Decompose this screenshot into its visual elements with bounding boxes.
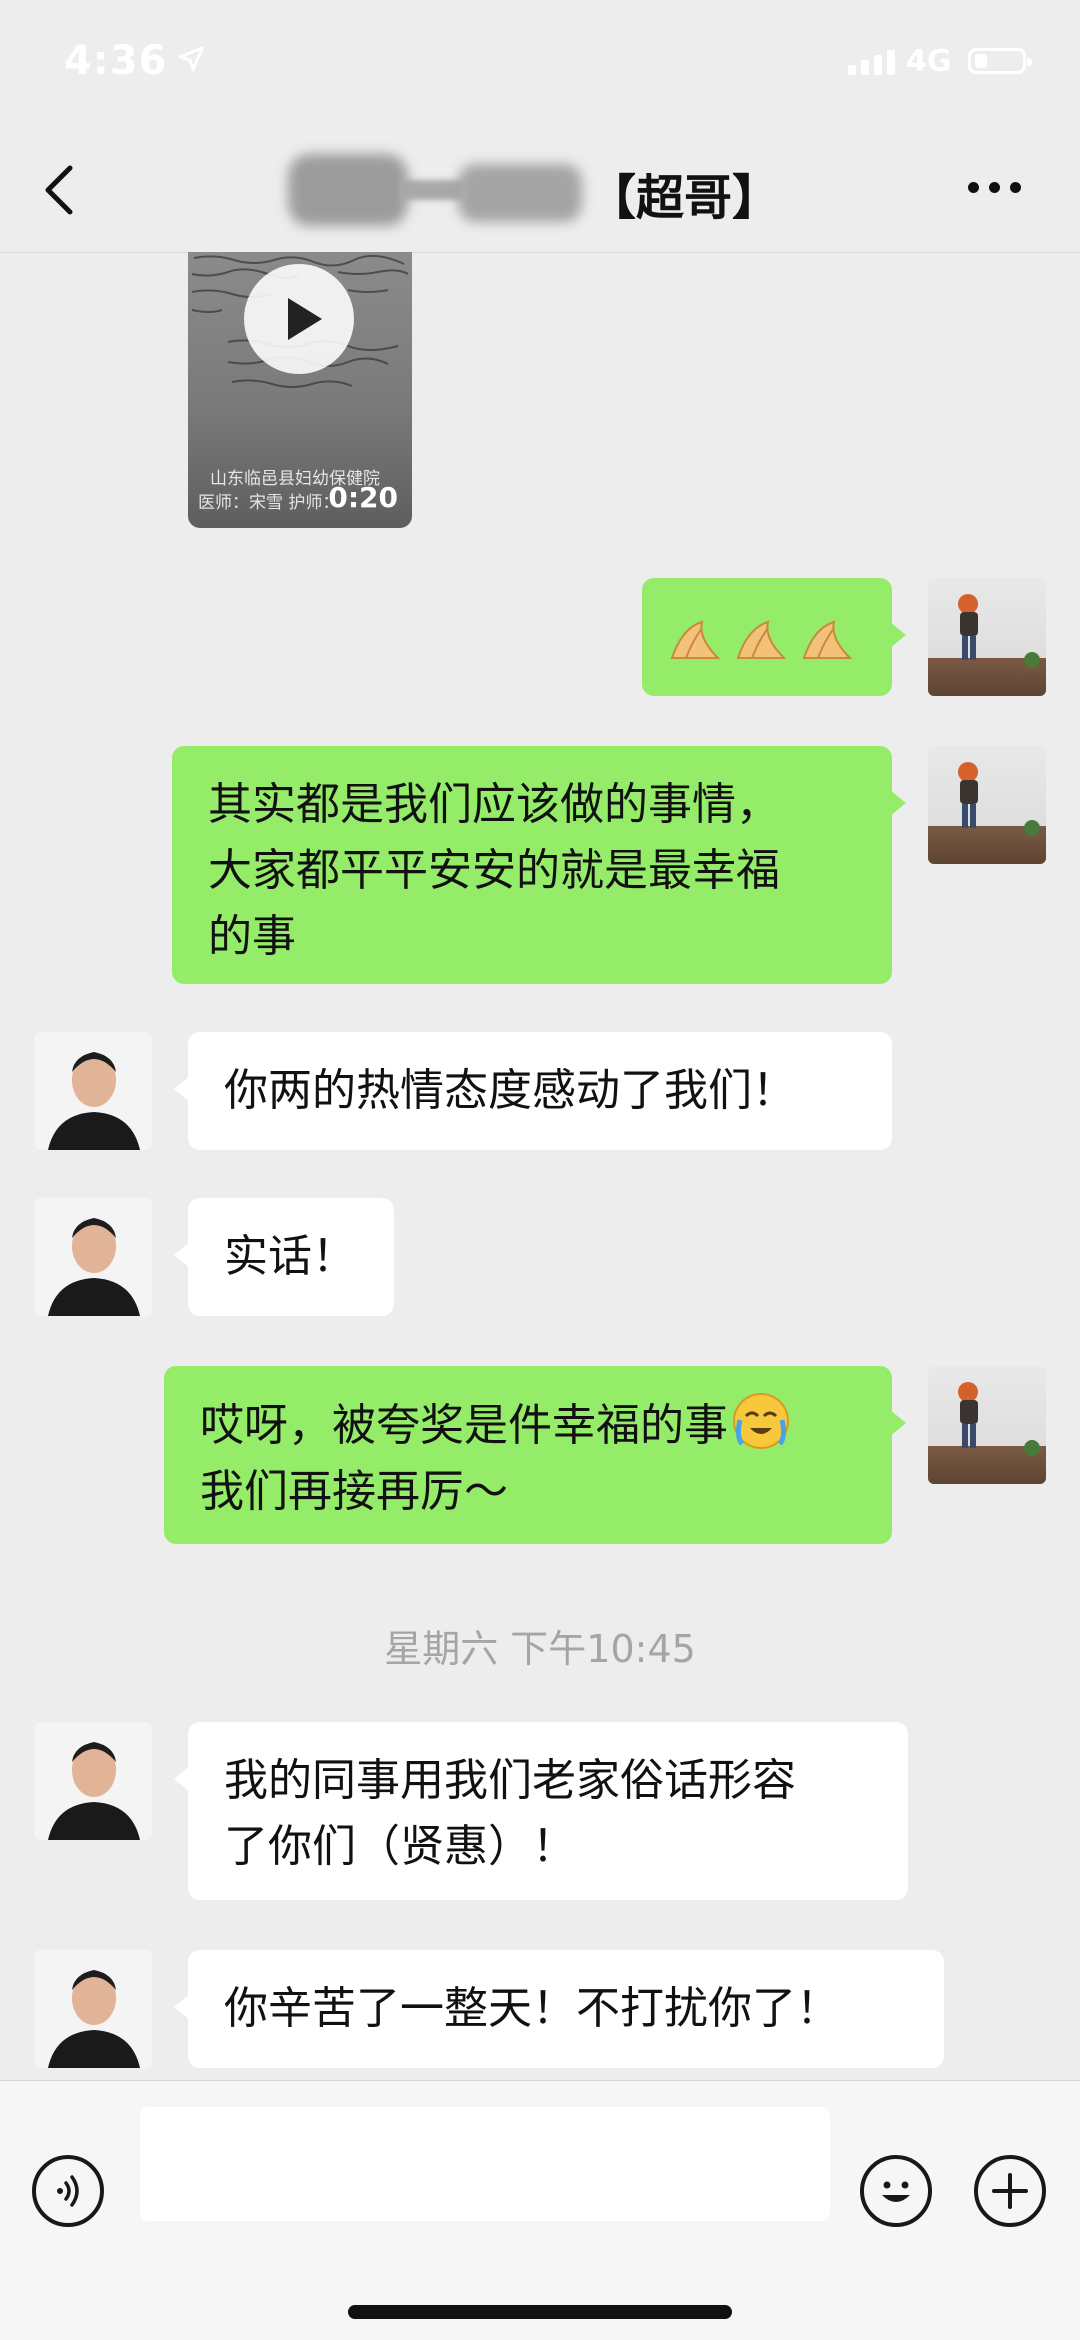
loudly-crying-face-icon (733, 1393, 789, 1449)
message-bubble-received[interactable]: 实话！ (174, 1198, 394, 1316)
message-text: 你辛苦了一整天！不打扰你了！ (224, 1983, 840, 2034)
redacted-arrow-blur (400, 180, 464, 200)
contact-avatar[interactable] (34, 1032, 152, 1150)
location-arrow-icon (178, 46, 204, 72)
my-avatar[interactable] (928, 1366, 1046, 1484)
status-bar: 4:36 4G (0, 0, 1080, 130)
child-photo-icon (958, 762, 1040, 836)
contact-avatar[interactable] (34, 1198, 152, 1316)
signal-bars-icon (848, 50, 895, 75)
play-icon[interactable] (244, 264, 354, 374)
message-bubble-received[interactable]: 你两的热情态度感动了我们！ (174, 1032, 892, 1150)
chat-header: 【超哥】 (0, 130, 1080, 253)
voice-icon (57, 2175, 79, 2207)
man-portrait-icon (48, 1052, 140, 1150)
message-text: 你两的热情态度感动了我们！ (224, 1065, 796, 1116)
message-bubble-received[interactable]: 你辛苦了一整天！不打扰你了！ (174, 1950, 944, 2068)
my-avatar[interactable] (928, 578, 1046, 696)
message-bubble-received[interactable]: 我的同事用我们老家俗话形容 了你们（贤惠）！ (174, 1722, 908, 1900)
redacted-name-blur (288, 154, 408, 226)
message-text: 我们再接再厉～ (200, 1466, 508, 1517)
message-input[interactable] (140, 2107, 830, 2221)
video-duration: 0:20 (328, 481, 398, 514)
home-indicator[interactable] (348, 2305, 732, 2319)
folded-hands-icon (736, 620, 787, 659)
folded-hands-icon (670, 620, 721, 659)
message-text: 哎呀，被夸奖是件幸福的事 (200, 1400, 728, 1451)
message-text: 我的同事用我们老家俗话形容 了你们（贤惠）！ (224, 1755, 796, 1872)
more-options-button[interactable] (968, 182, 1021, 193)
video-caption-secondary: 医师：宋雪 护师： (198, 493, 340, 513)
message-text: 其实都是我们应该做的事情， 大家都平平安安的就是最幸福 的事 (208, 779, 780, 962)
man-portrait-icon (48, 1970, 140, 2068)
network-label: 4G (906, 44, 952, 79)
voice-button[interactable] (32, 2155, 104, 2227)
man-portrait-icon (48, 1218, 140, 1316)
plus-icon (992, 2173, 1028, 2209)
message-text: 实话！ (224, 1231, 356, 1282)
contact-avatar[interactable] (34, 1950, 152, 2068)
my-avatar[interactable] (928, 746, 1046, 864)
child-photo-icon (958, 594, 1040, 668)
status-time: 4:36 (64, 38, 168, 84)
plus-button[interactable] (974, 2155, 1046, 2227)
chat-message-list[interactable]: 山东临邑县妇幼保健院 医师：宋雪 护师： 0:20 其实都是我们应该做的事情， … (0, 252, 1080, 2080)
message-timestamp: 星期六 下午10:45 (384, 1627, 696, 1671)
emoji-button[interactable] (860, 2155, 932, 2227)
contact-avatar[interactable] (34, 1722, 152, 1840)
message-bubble-sent[interactable]: 哎呀，被夸奖是件幸福的事 我们再接再厉～ (164, 1366, 906, 1544)
chat-title-text: 【超哥】 (588, 170, 781, 226)
folded-hands-icon (802, 620, 853, 659)
battery-icon (968, 48, 1032, 74)
more-dots-icon (968, 182, 979, 193)
message-bubble-sent[interactable]: 其实都是我们应该做的事情， 大家都平平安安的就是最幸福 的事 (172, 746, 906, 984)
redacted-name-blur (458, 164, 582, 222)
input-bar (0, 2080, 1080, 2340)
emoji-face-icon (882, 2181, 910, 2202)
back-button[interactable] (30, 158, 94, 222)
chat-title: 【超哥】 (270, 150, 790, 230)
message-bubble-sent[interactable] (642, 578, 906, 696)
man-portrait-icon (48, 1742, 140, 1840)
child-photo-icon (958, 1382, 1040, 1456)
video-message[interactable]: 山东临邑县妇幼保健院 医师：宋雪 护师： 0:20 (188, 252, 412, 528)
